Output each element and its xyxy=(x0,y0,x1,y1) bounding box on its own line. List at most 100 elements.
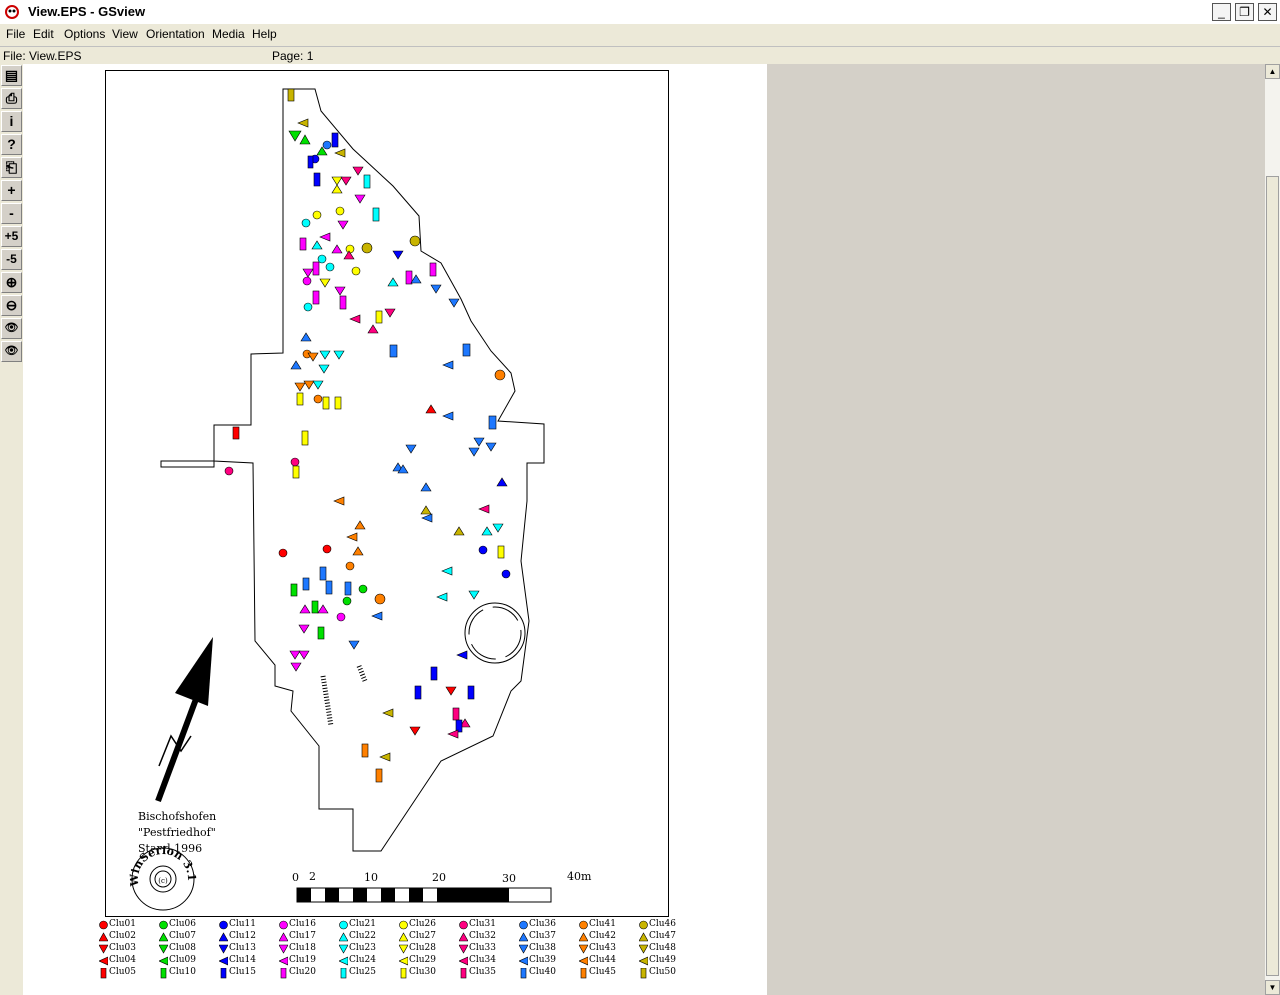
legend-label: Clu16 xyxy=(289,919,317,929)
legend-label: Clu26 xyxy=(409,919,437,929)
legend-symbol-triangle-up-icon xyxy=(278,932,289,942)
marker xyxy=(333,350,345,360)
skip-forward-button[interactable]: +5 xyxy=(1,226,22,247)
menu-bar: File Edit Options View Orientation Media… xyxy=(0,24,1280,44)
zoom-in-button[interactable]: ⊕ xyxy=(1,272,22,293)
marker xyxy=(319,232,331,242)
marker xyxy=(447,729,459,739)
legend-symbol-triangle-left-icon xyxy=(158,956,169,966)
legend-symbol-triangle-up-icon xyxy=(398,932,409,942)
marker xyxy=(317,626,325,640)
print-button[interactable]: ⎙ xyxy=(1,88,22,109)
find-button[interactable]: 👁 xyxy=(1,341,22,362)
marker xyxy=(420,482,432,492)
marker xyxy=(358,584,368,594)
text-extract-button[interactable]: 👁 xyxy=(1,318,22,339)
menu-media[interactable]: Media xyxy=(212,27,245,41)
marker xyxy=(342,596,352,606)
marker xyxy=(429,262,437,277)
find-icon: 👁 xyxy=(4,345,19,357)
marker xyxy=(290,360,302,370)
marker xyxy=(331,184,343,194)
scroll-up-button[interactable]: ▲ xyxy=(1265,64,1280,79)
legend-entry: Clu45 xyxy=(579,967,616,982)
marker xyxy=(331,176,343,186)
scroll-thumb[interactable] xyxy=(1266,176,1279,976)
marker xyxy=(298,624,310,634)
open-button[interactable]: ▤ xyxy=(1,65,22,86)
legend-symbol-triangle-down-icon xyxy=(98,944,109,954)
marker xyxy=(325,262,335,272)
legend-label: Clu21 xyxy=(349,919,377,929)
legend-label: Clu14 xyxy=(229,955,257,965)
menu-view[interactable]: View xyxy=(112,27,138,41)
legend-symbol-triangle-down-icon xyxy=(398,944,409,954)
legend-entry: Clu15 xyxy=(219,967,256,982)
marker xyxy=(452,707,460,721)
marker xyxy=(297,118,309,128)
marker xyxy=(405,270,413,285)
next-page-button[interactable]: + xyxy=(1,180,22,201)
legend-label: Clu41 xyxy=(589,919,617,929)
legend-symbol-triangle-left-icon xyxy=(398,956,409,966)
vertical-toolbar: ▤ ⎙ i ? ⎗ + - +5 -5 ⊕ ⊖ 👁 👁 xyxy=(0,64,22,995)
marker xyxy=(468,447,480,457)
menu-help[interactable]: Help xyxy=(252,27,277,41)
vertical-scrollbar[interactable]: ▲ ▼ xyxy=(1265,64,1280,995)
help-button[interactable]: ? xyxy=(1,134,22,155)
marker xyxy=(481,526,493,536)
legend-label: Clu11 xyxy=(229,919,257,929)
marker xyxy=(467,685,475,700)
marker xyxy=(352,546,364,556)
ghostscript-app-icon xyxy=(5,5,19,19)
marker xyxy=(302,577,310,591)
goto-page-button[interactable]: ⎗ xyxy=(1,157,22,178)
legend-symbol-triangle-down-icon xyxy=(218,944,229,954)
hatch-line-1 xyxy=(320,675,334,727)
close-button[interactable]: ✕ xyxy=(1258,3,1277,21)
skip-back-button[interactable]: -5 xyxy=(1,249,22,270)
marker xyxy=(497,545,505,559)
menu-options[interactable]: Options xyxy=(64,27,105,41)
zoom-out-button[interactable]: ⊖ xyxy=(1,295,22,316)
marker xyxy=(289,650,301,660)
marker xyxy=(468,590,480,600)
maximize-button[interactable]: ❐ xyxy=(1235,3,1254,21)
legend-label: Clu33 xyxy=(469,943,497,953)
legend-label: Clu28 xyxy=(409,943,437,953)
north-arrow-icon xyxy=(155,637,213,803)
legend-symbol-circle-icon xyxy=(519,920,528,930)
legend-symbol-rect-icon xyxy=(640,967,647,979)
scale-label-0: 0 xyxy=(292,871,299,884)
info-button[interactable]: i xyxy=(1,111,22,132)
legend-label: Clu18 xyxy=(289,943,317,953)
scroll-down-button[interactable]: ▼ xyxy=(1265,980,1280,995)
legend-symbol-triangle-down-icon xyxy=(338,944,349,954)
legend-symbol-triangle-down-icon xyxy=(458,944,469,954)
legend-label: Clu36 xyxy=(529,919,557,929)
minimize-button[interactable]: _ xyxy=(1212,3,1231,21)
text-extract-icon: 👁 xyxy=(4,322,19,334)
marker xyxy=(352,166,364,176)
legend-symbol-rect-icon xyxy=(220,967,227,979)
legend-label: Clu05 xyxy=(109,967,137,977)
legend-label: Clu03 xyxy=(109,943,137,953)
prev-page-button[interactable]: - xyxy=(1,203,22,224)
menu-edit[interactable]: Edit xyxy=(33,27,54,41)
marker xyxy=(478,545,488,555)
marker xyxy=(441,566,453,576)
menu-file[interactable]: File xyxy=(6,27,25,41)
legend-entry: Clu30 xyxy=(399,967,436,982)
marker xyxy=(287,88,295,102)
legend-symbol-rect-icon xyxy=(400,967,407,979)
marker xyxy=(363,174,371,189)
marker xyxy=(392,250,404,260)
legend-symbol-circle-icon xyxy=(459,920,468,930)
menu-orientation[interactable]: Orientation xyxy=(146,27,205,41)
marker xyxy=(303,380,315,390)
marker xyxy=(494,369,506,381)
title-bar: View.EPS - GSview _ ❐ ✕ xyxy=(0,0,1280,24)
site-caption-1: Bischofshofen xyxy=(138,810,216,823)
site-map: Bischofshofen "Pestfriedhof" Stand 1996 … xyxy=(128,88,592,911)
legend-label: Clu25 xyxy=(349,967,377,977)
